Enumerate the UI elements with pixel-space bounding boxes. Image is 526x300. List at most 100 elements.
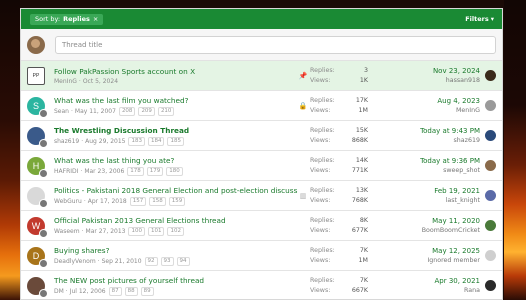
- page-link[interactable]: 89: [140, 286, 154, 296]
- new-thread-row: Thread title: [21, 29, 502, 61]
- last-post-user[interactable]: sweep_shot: [400, 167, 480, 174]
- avatar[interactable]: [27, 126, 48, 148]
- avatar[interactable]: H: [27, 156, 48, 178]
- thread-author[interactable]: Waseem: [54, 228, 80, 235]
- thread-start-date[interactable]: Aug 29, 2015: [85, 138, 125, 145]
- page-link[interactable]: 209: [138, 106, 155, 116]
- page-link[interactable]: 184: [147, 136, 165, 146]
- views-count: 768K: [351, 196, 368, 204]
- page-link[interactable]: 102: [167, 226, 184, 236]
- thread-author[interactable]: Sean: [54, 108, 69, 115]
- page-link[interactable]: 158: [149, 196, 166, 206]
- thread-row[interactable]: H What was the last thing you ate? HAFRI…: [21, 151, 502, 181]
- page-link[interactable]: 100: [128, 226, 145, 236]
- thread-title[interactable]: What was the last thing you ate?: [54, 156, 298, 165]
- thread-title[interactable]: Official Pakistan 2013 General Elections…: [54, 216, 298, 225]
- avatar[interactable]: [27, 276, 48, 298]
- thread-row[interactable]: PP Follow PakPassion Sports account on X…: [21, 61, 502, 91]
- avatar[interactable]: [27, 35, 45, 54]
- page-link[interactable]: 159: [168, 196, 186, 206]
- page-link[interactable]: 88: [124, 286, 138, 296]
- last-post-user[interactable]: last_knight: [400, 197, 480, 204]
- last-poster-mini-avatar[interactable]: [39, 258, 48, 268]
- page-link[interactable]: 185: [167, 136, 184, 146]
- thread-author[interactable]: MenInG: [54, 78, 77, 85]
- last-post-date[interactable]: Nov 23, 2024: [400, 67, 480, 75]
- avatar[interactable]: PP: [27, 66, 45, 85]
- thread-author[interactable]: HAFRIDI: [54, 168, 78, 175]
- last-post-date[interactable]: May 12, 2025: [400, 247, 480, 255]
- last-poster-avatar[interactable]: [485, 160, 496, 171]
- avatar[interactable]: S: [27, 96, 48, 118]
- last-post-user[interactable]: MenInG: [400, 107, 480, 114]
- page-link[interactable]: 101: [147, 226, 165, 236]
- thread-title[interactable]: Politics - Pakistani 2018 General Electi…: [54, 186, 298, 195]
- last-poster-mini-avatar[interactable]: [39, 108, 48, 118]
- last-post-user[interactable]: shaz619: [400, 137, 480, 144]
- last-poster-avatar[interactable]: [485, 190, 496, 201]
- last-post-user[interactable]: Ignored member: [400, 257, 480, 264]
- thread-start-date[interactable]: Oct 5, 2024: [83, 78, 118, 85]
- last-poster-avatar[interactable]: [485, 220, 496, 231]
- thread-title[interactable]: Follow PakPassion Sports account on X: [54, 67, 298, 76]
- filters-button[interactable]: Filters ▾: [465, 15, 494, 23]
- page-link[interactable]: 92: [144, 256, 158, 266]
- last-poster-mini-avatar[interactable]: [39, 168, 48, 178]
- page-link[interactable]: 94: [176, 256, 190, 266]
- page-link[interactable]: 87: [108, 286, 122, 296]
- last-post-user[interactable]: Rana: [400, 287, 480, 294]
- thread-start-date[interactable]: Sep 21, 2010: [102, 258, 142, 265]
- avatar[interactable]: [27, 186, 48, 208]
- last-post-date[interactable]: Today at 9:36 PM: [400, 157, 480, 165]
- thread-title[interactable]: The Wrestling Discussion Thread: [54, 126, 298, 135]
- thread-row[interactable]: S What was the last film you watched? Se…: [21, 91, 502, 121]
- last-post-date[interactable]: Aug 4, 2023: [400, 97, 480, 105]
- thread-meta: WebGuru · Apr 17, 2018 157 158 159: [54, 196, 298, 206]
- page-link[interactable]: 178: [127, 166, 144, 176]
- thread-start-date[interactable]: Apr 17, 2018: [88, 198, 127, 205]
- last-poster-avatar[interactable]: [485, 250, 496, 261]
- thread-title[interactable]: Buying shares?: [54, 246, 298, 255]
- thread-author[interactable]: shaz619: [54, 138, 79, 145]
- thread-author[interactable]: DM: [54, 288, 64, 295]
- thread-start-date[interactable]: Mar 23, 2006: [84, 168, 124, 175]
- thread-row[interactable]: The Wrestling Discussion Thread shaz619 ·…: [21, 121, 502, 151]
- last-poster-mini-avatar[interactable]: [39, 198, 48, 208]
- last-post-user[interactable]: hassan918: [400, 77, 480, 84]
- last-post-date[interactable]: May 11, 2020: [400, 217, 480, 225]
- thread-row[interactable]: D Buying shares? DeadlyVenom · Sep 21, 20…: [21, 241, 502, 271]
- thread-row[interactable]: The NEW post pictures of yourself thread…: [21, 271, 502, 300]
- thread-title-input[interactable]: Thread title: [55, 35, 496, 54]
- last-post-date[interactable]: Today at 9:43 PM: [400, 127, 480, 135]
- thread-title[interactable]: What was the last film you watched?: [54, 96, 298, 105]
- avatar[interactable]: W: [27, 216, 48, 238]
- last-poster-mini-avatar[interactable]: [39, 138, 48, 148]
- thread-start-date[interactable]: Jul 12, 2006: [70, 288, 106, 295]
- page-link[interactable]: 179: [146, 166, 164, 176]
- last-post-user[interactable]: BoomBoomCricket: [400, 227, 480, 234]
- thread-row[interactable]: Politics - Pakistani 2018 General Electi…: [21, 181, 502, 211]
- avatar[interactable]: D: [27, 246, 48, 268]
- thread-title[interactable]: The NEW post pictures of yourself thread: [54, 276, 298, 285]
- page-link[interactable]: 180: [166, 166, 183, 176]
- thread-start-date[interactable]: Mar 27, 2013: [86, 228, 126, 235]
- last-post-date[interactable]: Apr 30, 2021: [400, 277, 480, 285]
- last-post-date[interactable]: Feb 19, 2021: [400, 187, 480, 195]
- page-link[interactable]: 93: [160, 256, 174, 266]
- last-poster-avatar[interactable]: [485, 100, 496, 111]
- thread-row[interactable]: W Official Pakistan 2013 General Electio…: [21, 211, 502, 241]
- sort-chip[interactable]: Sort by: Replies ×: [30, 13, 104, 25]
- page-link[interactable]: 183: [128, 136, 145, 146]
- last-poster-mini-avatar[interactable]: [39, 228, 48, 238]
- last-poster-avatar[interactable]: [485, 70, 496, 81]
- last-poster-avatar[interactable]: [485, 130, 496, 141]
- page-link[interactable]: 208: [118, 106, 136, 116]
- last-poster-mini-avatar[interactable]: [39, 288, 48, 298]
- remove-sort-icon[interactable]: ×: [93, 15, 98, 23]
- last-poster-avatar[interactable]: [485, 280, 496, 291]
- page-link[interactable]: 210: [157, 106, 175, 116]
- page-link[interactable]: 157: [129, 196, 147, 206]
- thread-author[interactable]: WebGuru: [54, 198, 82, 205]
- thread-author[interactable]: DeadlyVenom: [54, 258, 96, 265]
- thread-start-date[interactable]: May 11, 2007: [75, 108, 116, 115]
